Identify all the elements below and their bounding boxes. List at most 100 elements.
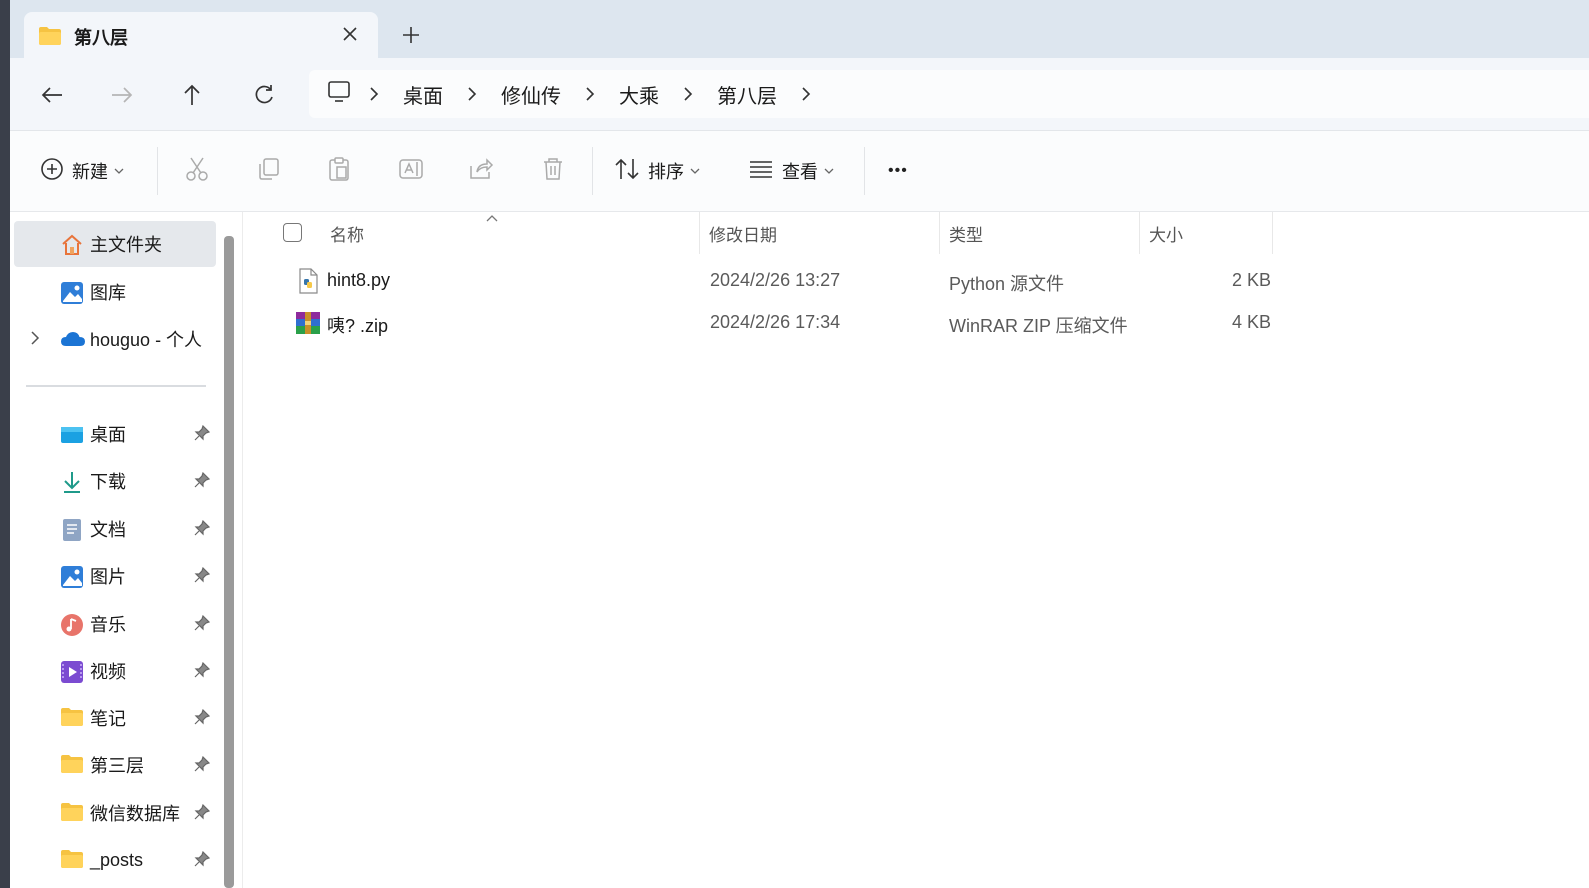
sort-label: 排序 xyxy=(648,162,684,182)
pin-icon[interactable] xyxy=(194,850,211,872)
breadcrumb-item[interactable]: 桌面 xyxy=(389,80,457,109)
title-bar: 第八层 xyxy=(10,0,1589,58)
refresh-button[interactable] xyxy=(246,78,282,112)
divider xyxy=(864,147,865,195)
sidebar-item-posts[interactable]: _posts xyxy=(14,837,216,883)
column-divider[interactable] xyxy=(1272,212,1273,254)
file-row[interactable]: hint8.py 2024/2/26 13:27 Python 源文件 2 KB xyxy=(243,260,1589,302)
view-label: 查看 xyxy=(782,162,818,182)
cut-button[interactable] xyxy=(184,153,210,189)
sidebar-item-label: 主文件夹 xyxy=(90,235,162,255)
sidebar-item-videos[interactable]: 视频 xyxy=(14,648,216,694)
sidebar-item-desktop[interactable]: 桌面 xyxy=(14,411,216,457)
paste-button[interactable] xyxy=(326,153,352,189)
pin-icon[interactable] xyxy=(194,614,211,636)
desktop-icon xyxy=(60,423,84,447)
chevron-right-icon[interactable] xyxy=(30,330,40,351)
back-button[interactable] xyxy=(34,78,70,112)
sort-icon xyxy=(614,157,640,186)
download-icon xyxy=(60,470,84,494)
new-button[interactable]: 新建 xyxy=(40,153,124,189)
sidebar-item-gallery[interactable]: 图库 xyxy=(14,269,216,315)
sidebar-item-label: 视频 xyxy=(90,662,126,682)
file-type: WinRAR ZIP 压缩文件 xyxy=(949,316,1128,336)
pin-icon[interactable] xyxy=(194,471,211,493)
column-header-name[interactable]: 名称 xyxy=(319,212,710,254)
chevron-right-icon[interactable] xyxy=(791,87,821,101)
sidebar-item-label: 微信数据库 xyxy=(90,804,180,824)
add-circle-icon xyxy=(40,157,64,186)
paste-icon xyxy=(326,156,352,187)
folder-icon xyxy=(60,707,84,731)
sidebar-item-home[interactable]: 主文件夹 xyxy=(14,221,216,267)
sidebar-item-third-layer[interactable]: 第三层 xyxy=(14,742,216,788)
rename-button[interactable] xyxy=(398,153,424,189)
sidebar-item-wechat-db[interactable]: 微信数据库 xyxy=(14,790,216,836)
sidebar-item-pictures[interactable]: 图片 xyxy=(14,553,216,599)
sidebar-item-label: 下载 xyxy=(90,472,126,492)
column-label: 类型 xyxy=(949,225,983,245)
up-button[interactable] xyxy=(174,78,210,112)
this-pc-icon[interactable] xyxy=(327,80,353,109)
sidebar-item-downloads[interactable]: 下载 xyxy=(14,458,216,504)
more-icon: ••• xyxy=(888,162,908,179)
pin-icon[interactable] xyxy=(194,755,211,777)
chevron-down-icon xyxy=(824,162,834,180)
more-options-button[interactable]: ••• xyxy=(888,153,908,189)
column-label: 大小 xyxy=(1149,225,1183,245)
copy-icon xyxy=(256,156,282,187)
pin-icon[interactable] xyxy=(194,803,211,825)
column-header-type[interactable]: 类型 xyxy=(940,212,1148,254)
sort-button[interactable]: 排序 xyxy=(614,153,700,189)
file-date: 2024/2/26 13:27 xyxy=(710,270,841,290)
column-header-size[interactable]: 大小 xyxy=(1140,212,1281,254)
sidebar-item-documents[interactable]: 文档 xyxy=(14,506,216,552)
breadcrumb-item[interactable]: 大乘 xyxy=(605,80,673,109)
sidebar-scrollbar[interactable] xyxy=(224,236,234,888)
music-icon xyxy=(60,613,84,637)
pin-icon[interactable] xyxy=(194,424,211,446)
breadcrumb-item[interactable]: 修仙传 xyxy=(487,80,575,109)
sidebar-item-label: 桌面 xyxy=(90,425,126,445)
folder-icon xyxy=(60,802,84,826)
address-bar[interactable]: 桌面 修仙传 大乘 第八层 xyxy=(309,70,1589,118)
divider xyxy=(592,147,593,195)
close-tab-icon[interactable] xyxy=(336,20,364,48)
file-name: hint8.py xyxy=(327,270,391,290)
new-tab-button[interactable] xyxy=(396,20,426,50)
sidebar-item-music[interactable]: 音乐 xyxy=(14,601,216,647)
share-button[interactable] xyxy=(468,153,494,189)
folder-icon xyxy=(60,754,84,778)
pin-icon[interactable] xyxy=(194,708,211,730)
breadcrumb-item[interactable]: 第八层 xyxy=(703,80,791,109)
chevron-right-icon[interactable] xyxy=(575,87,605,101)
sidebar-item-onedrive[interactable]: houguo - 个人 xyxy=(14,316,216,362)
navigation-bar: 桌面 修仙传 大乘 第八层 xyxy=(10,58,1589,131)
file-list: 名称 修改日期 类型 大小 hint8.py 2024/2/26 13:27 P… xyxy=(243,212,1589,888)
sidebar-item-label: 文档 xyxy=(90,520,126,540)
file-row[interactable]: 咦? .zip 2024/2/26 17:34 WinRAR ZIP 压缩文件 … xyxy=(243,302,1589,344)
python-file-icon xyxy=(295,268,321,294)
select-all-checkbox[interactable] xyxy=(283,223,302,242)
sidebar-item-label: 图库 xyxy=(90,283,126,303)
share-icon xyxy=(468,156,494,187)
pin-icon[interactable] xyxy=(194,519,211,541)
chevron-right-icon[interactable] xyxy=(457,87,487,101)
forward-button[interactable] xyxy=(104,78,140,112)
pin-icon[interactable] xyxy=(194,566,211,588)
delete-button[interactable] xyxy=(540,153,566,189)
column-header-date[interactable]: 修改日期 xyxy=(700,212,948,254)
copy-button[interactable] xyxy=(256,153,282,189)
file-name: 咦? .zip xyxy=(327,316,389,336)
view-button[interactable]: 查看 xyxy=(748,153,834,189)
pin-icon[interactable] xyxy=(194,661,211,683)
sidebar-item-label: 音乐 xyxy=(90,615,126,635)
winrar-archive-icon xyxy=(295,310,321,336)
chevron-right-icon[interactable] xyxy=(359,87,389,101)
sidebar-item-notes[interactable]: 笔记 xyxy=(14,695,216,741)
file-explorer-window: 第八层 桌面 修仙传 大乘 第八层 新建 排序 查看 ••• 主文件夹 图库 h… xyxy=(10,0,1589,888)
chevron-right-icon[interactable] xyxy=(673,87,703,101)
sidebar-item-label: 笔记 xyxy=(90,709,126,729)
tab-current-folder[interactable]: 第八层 xyxy=(24,12,378,58)
chevron-down-icon xyxy=(690,162,700,180)
